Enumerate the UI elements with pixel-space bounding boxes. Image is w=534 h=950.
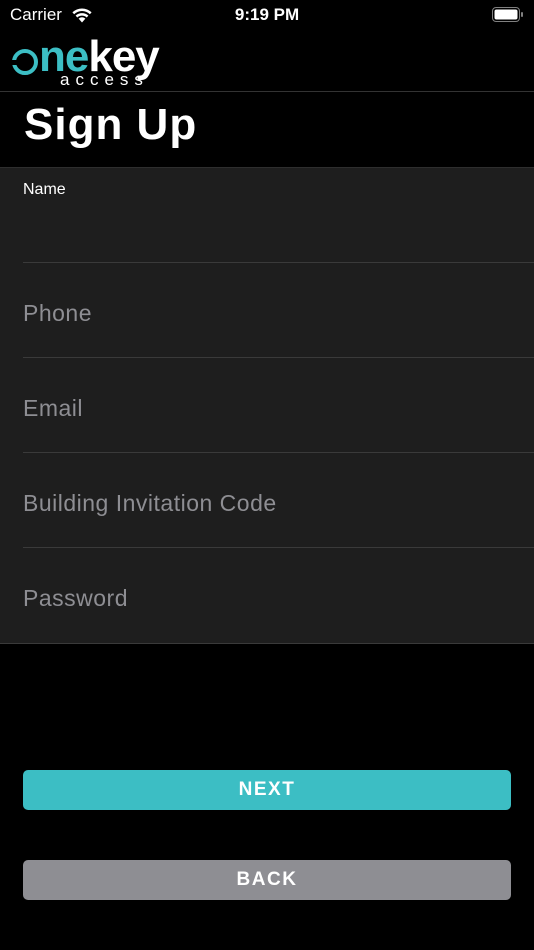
- email-input[interactable]: [23, 388, 523, 428]
- phone-input[interactable]: [23, 293, 523, 333]
- back-button[interactable]: BACK: [23, 860, 511, 900]
- battery-icon: [492, 7, 523, 22]
- sign-up-form: Name: [0, 167, 534, 644]
- header-bar: nekey access: [0, 30, 534, 91]
- invitation-code-input[interactable]: [23, 483, 523, 523]
- page-title: Sign Up: [24, 100, 198, 149]
- name-label: Name: [23, 181, 66, 198]
- status-bar: Carrier 9:19 PM: [0, 0, 534, 30]
- name-input[interactable]: [23, 212, 523, 252]
- invitation-code-field-group: [23, 453, 534, 548]
- logo-o-icon: [10, 49, 38, 75]
- password-input[interactable]: [23, 578, 523, 618]
- password-field-group: [23, 548, 534, 643]
- status-time: 9:19 PM: [234, 5, 300, 24]
- name-field-group: Name: [23, 168, 534, 263]
- logo-subtitle: access: [60, 70, 149, 89]
- email-field-group: [23, 358, 534, 453]
- next-button[interactable]: NEXT: [23, 770, 511, 810]
- onekey-logo: nekey access: [10, 32, 184, 89]
- phone-field-group: [23, 263, 534, 358]
- title-bar: Sign Up: [0, 92, 534, 167]
